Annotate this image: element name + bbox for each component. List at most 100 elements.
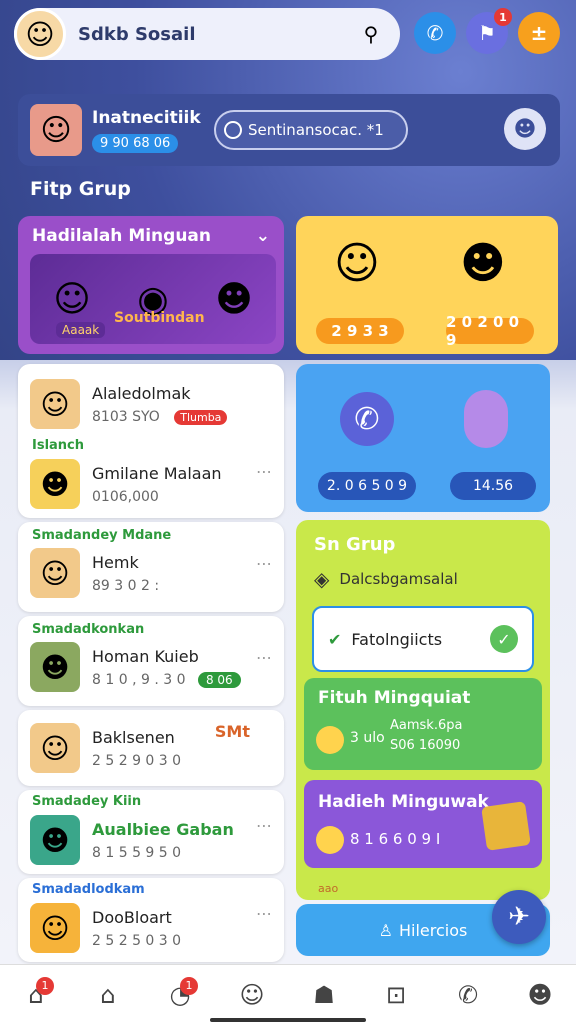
chat-button[interactable]: ⚑ 1 xyxy=(466,8,512,54)
list-item[interactable]: ☻ Gmilane Malaan 0106,000 ⋯ xyxy=(18,444,284,524)
nav-home[interactable]: ⌂ 1 xyxy=(16,975,56,1015)
contact-avatar: ☺ xyxy=(30,379,80,429)
top-search-bar[interactable]: ☺ Sdkb Sosail ⚲ xyxy=(14,8,400,60)
contact-list-card[interactable]: ☺ Baklsenen 2 5 2 9 0 3 0 SMt xyxy=(18,710,284,786)
chevron-down-icon[interactable]: ⌄ xyxy=(256,226,270,246)
feature-option[interactable]: ✔ Fatolngiicts ✓ xyxy=(312,606,534,672)
leaderboard-card[interactable]: ☺ ☻ 2 9 3 3 2 0 2 0 0 9 xyxy=(296,216,558,354)
more-options-icon[interactable]: ⋯ xyxy=(256,648,272,667)
phone-icon: ✆ xyxy=(457,980,479,1009)
profile-search-input[interactable]: Sentinansocac. *1 xyxy=(214,110,408,150)
bottom-navigation: ⌂ 1 ⌂ ◔ 1 ☺ ☗ ⊡ ✆ ☻ xyxy=(0,964,576,1024)
check-icon: ✔ xyxy=(328,629,342,649)
character-avatar-icon: ☺ xyxy=(334,238,380,289)
coin-icon xyxy=(316,826,344,854)
user-avatar[interactable]: ☺ xyxy=(14,8,66,60)
notification-badge: 1 xyxy=(494,8,512,26)
group-line[interactable]: ◈ Dalcsbgamsalal xyxy=(296,561,550,597)
purple-card-num: 8 1 6 6 0 9 I xyxy=(350,830,441,848)
status-badge: Tlumba xyxy=(174,409,228,425)
contact-list-card[interactable]: Smadadey Kiin ☻ Aualbiee Gaban 8 1 5 5 9… xyxy=(18,790,284,874)
contact-avatar: ☺ xyxy=(30,903,80,953)
contact-avatar: ☻ xyxy=(30,642,80,692)
profile-avatar[interactable]: ☺ xyxy=(30,104,82,156)
nav-grid[interactable]: ⊡ xyxy=(376,975,416,1015)
status-tag: SMt xyxy=(214,722,250,741)
green-card-line1: Aamsk.6pa xyxy=(390,718,463,733)
feature-label: Fatolngiicts xyxy=(351,629,443,649)
contact-avatar: ☻ xyxy=(30,815,80,865)
more-options-icon[interactable]: ⋯ xyxy=(256,904,272,923)
nav-notifications[interactable]: ◔ 1 xyxy=(160,975,200,1015)
weekly-banner: Soutbindan xyxy=(114,310,205,326)
contact-avatar: ☺ xyxy=(30,723,80,773)
more-options-icon[interactable]: ⋯ xyxy=(256,554,272,573)
person-icon: ☗ xyxy=(313,980,335,1009)
house-icon: ⌂ xyxy=(100,980,116,1009)
user-profile-button[interactable]: ☻ xyxy=(504,108,546,150)
user-icon: ☻ xyxy=(513,116,537,142)
home-indicator[interactable] xyxy=(210,1018,366,1022)
contact-number: 2 5 2 5 0 3 0 xyxy=(92,932,182,949)
profile-info: Inatnecitiik 9 90 68 06 xyxy=(92,108,201,153)
contact-number: 0106,000 xyxy=(92,488,159,505)
weekly-reward-card[interactable]: Hadieh Minguwak 8 1 6 6 0 9 I xyxy=(304,780,542,868)
contact-number: 89 3 0 2 : xyxy=(92,577,160,594)
section-title: Fitp Grup xyxy=(30,178,131,200)
more-options-icon[interactable]: ⋯ xyxy=(256,816,272,835)
character-icon: ☻ xyxy=(215,278,253,320)
contact-name: Gmilane Malaan xyxy=(92,463,222,483)
add-fab-button[interactable]: ✈ xyxy=(492,890,546,944)
contact-number: 8 1 0 , 9 . 3 0 8 06 xyxy=(92,671,241,688)
group-title: Sn Grup xyxy=(314,534,396,555)
list-item[interactable]: ☻ Aualbiee Gaban 8 1 5 5 9 5 0 ⋯ xyxy=(18,790,284,870)
list-item[interactable]: ☺ Hemk 89 3 0 2 : ⋯ xyxy=(18,522,284,602)
contact-list-card[interactable]: Smadandey Mdane ☺ Hemk 89 3 0 2 : ⋯ xyxy=(18,522,284,612)
contact-list-card[interactable]: Smadadlodkam ☺ DooBloart 2 5 2 5 0 3 0 ⋯ xyxy=(18,878,284,962)
nav-badge: 1 xyxy=(36,976,54,995)
stat-pill: 2. 0 6 5 0 9 xyxy=(318,472,416,500)
user-icon: ☻ xyxy=(527,980,553,1009)
weekly-reward-card[interactable]: Hadilalah Minguan ⌄ ☺ ◉ ☻ Soutbindan Aaa… xyxy=(18,216,284,354)
status-badge: 8 06 xyxy=(197,671,241,688)
phone-icon: ✆ xyxy=(340,392,394,446)
plus-icon: ✈ xyxy=(508,902,530,932)
more-options-icon[interactable]: ⋯ xyxy=(256,462,272,481)
profile-card[interactable]: ☺ Inatnecitiik 9 90 68 06 Sentinansocac.… xyxy=(18,94,560,166)
contact-name: Aualbiee Gaban xyxy=(92,819,234,839)
phone-button[interactable]: ✆ xyxy=(414,12,456,54)
nav-profile[interactable]: ☗ xyxy=(304,975,344,1015)
weekly-title: Hadilalah Minguan xyxy=(32,226,212,246)
nav-account[interactable]: ☻ xyxy=(520,975,560,1015)
list-item[interactable]: ☺ Alaledolmak 8103 SYO Tlumba xyxy=(18,364,284,444)
menu-button[interactable]: ± xyxy=(518,12,560,54)
nav-friends[interactable]: ☺ xyxy=(232,975,272,1015)
call-stats-card[interactable]: ✆ 2. 0 6 5 0 9 14.56 xyxy=(296,364,550,512)
group-panel: Sn Grup ◈ Dalcsbgamsalal ✔ Fatolngiicts … xyxy=(296,520,550,900)
green-card-line2: S06 16090 xyxy=(390,738,461,753)
list-item[interactable]: ☻ Homan Kuieb 8 1 0 , 9 . 3 0 8 06 ⋯ xyxy=(18,616,284,696)
nav-calls[interactable]: ✆ xyxy=(448,975,488,1015)
coin-icon xyxy=(316,726,344,754)
people-icon: ☺ xyxy=(239,980,265,1009)
green-card-num: 3 ulo xyxy=(350,730,385,746)
contact-name: Alaledolmak xyxy=(92,383,191,403)
profile-stat: 9 90 68 06 xyxy=(92,133,179,153)
contact-list-card[interactable]: Smadadkonkan ☻ Homan Kuieb 8 1 0 , 9 . 3… xyxy=(18,616,284,706)
stat-pill: 14.56 xyxy=(450,472,536,500)
search-icon xyxy=(224,121,242,139)
character-avatar-icon: ☻ xyxy=(460,238,506,289)
drop-icon xyxy=(464,390,508,448)
contact-number: 8 1 5 5 9 5 0 xyxy=(92,844,182,861)
weekly-feature-card[interactable]: Fituh Mingquiat 3 ulo Aamsk.6pa S06 1609… xyxy=(304,678,542,770)
bell-icon[interactable]: ⚲ xyxy=(356,19,386,49)
contact-list-card: ☺ Alaledolmak 8103 SYO Tlumba Islanch ☻ … xyxy=(18,364,284,518)
list-item[interactable]: ☺ DooBloart 2 5 2 5 0 3 0 ⋯ xyxy=(18,878,284,958)
flask-icon: ♙ xyxy=(378,920,393,940)
messages-label: Hilercios xyxy=(398,920,468,940)
contact-name: Hemk xyxy=(92,552,139,572)
character-icon: ☺ xyxy=(53,278,91,320)
nav-house[interactable]: ⌂ xyxy=(88,975,128,1015)
list-item[interactable]: ☺ Baklsenen 2 5 2 9 0 3 0 SMt xyxy=(18,710,284,786)
grid-icon: ⊡ xyxy=(385,980,407,1009)
